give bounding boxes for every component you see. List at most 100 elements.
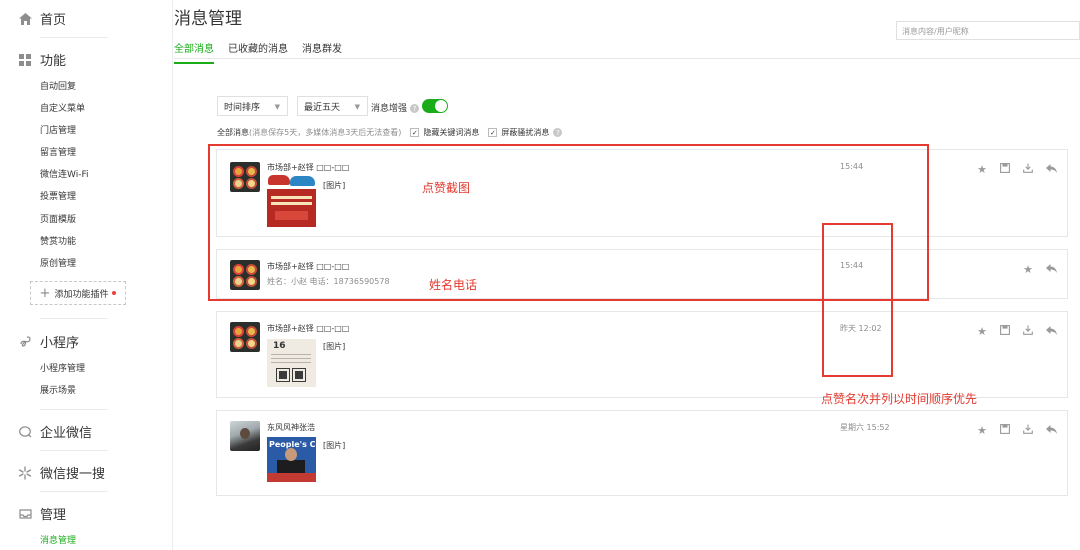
divider xyxy=(40,318,108,319)
enhance-label-text: 消息增强 xyxy=(371,104,408,114)
caret-down-icon: ▼ xyxy=(354,103,360,111)
tab-mass-send[interactable]: 消息群发 xyxy=(302,40,342,64)
nav-group-mini-program: 小程序 xyxy=(18,332,79,351)
page-title: 消息管理 xyxy=(174,9,242,29)
message-time: 星期六 15:52 xyxy=(840,423,890,432)
save-icon[interactable] xyxy=(999,163,1011,176)
message-sender[interactable]: 东风风神张浩 xyxy=(267,422,315,433)
message-actions: ★ xyxy=(976,325,1057,338)
divider xyxy=(40,409,108,410)
divider xyxy=(40,491,108,492)
annotation-order-note: 点赞名次并列以时间顺序优先 xyxy=(821,392,978,406)
block-harass-checkbox[interactable]: ✓ xyxy=(488,128,498,137)
nav-group-manage-label: 管理 xyxy=(40,508,67,523)
sidebar-item-vote[interactable]: 投票管理 xyxy=(40,189,76,202)
annotation-box-times xyxy=(822,223,893,377)
sidebar-item-scenes[interactable]: 展示场景 xyxy=(40,383,76,396)
filter-prefix: 全部消息 xyxy=(217,128,249,137)
home-icon xyxy=(18,12,32,26)
sidebar-item-page-template[interactable]: 页面模版 xyxy=(40,212,76,225)
hide-keyword-label: 隐藏关键词消息 xyxy=(423,128,480,137)
divider xyxy=(40,37,108,38)
range-select-value: 最近五天 xyxy=(304,102,341,113)
save-icon[interactable] xyxy=(999,424,1011,437)
toggle-knob xyxy=(435,100,447,112)
nav-group-functions: 功能 xyxy=(18,50,66,69)
tab-bar: 全部消息 已收藏的消息 消息群发 xyxy=(174,40,356,64)
nav-wechat-search-label: 微信搜一搜 xyxy=(40,467,106,482)
nav-enterprise-wechat[interactable]: 企业微信 xyxy=(18,422,92,441)
filter-note: (消息保存5天，多媒体消息3天后无法查看) xyxy=(249,128,402,137)
nav-home-label: 首页 xyxy=(40,13,67,28)
doc-number: 16 xyxy=(273,341,286,351)
plus-icon: + xyxy=(39,285,51,301)
sidebar-item-store[interactable]: 门店管理 xyxy=(40,123,76,136)
avatar[interactable] xyxy=(230,322,260,352)
download-icon[interactable] xyxy=(1022,163,1034,176)
sparkle-icon xyxy=(18,465,32,480)
caret-down-icon: ▼ xyxy=(274,103,280,111)
save-icon[interactable] xyxy=(999,325,1011,338)
add-plugin-label: 添加功能插件 xyxy=(54,289,109,300)
star-icon[interactable]: ★ xyxy=(976,325,988,338)
annotation-screenshot: 点赞截图 xyxy=(422,181,471,195)
reply-icon[interactable] xyxy=(1045,325,1057,338)
block-harass-label: 屏蔽骚扰消息 xyxy=(501,128,550,137)
message-image-thumbnail[interactable]: 16 xyxy=(267,339,316,387)
message-sender[interactable]: 市场部+赵铎 □□-□□ xyxy=(267,323,349,334)
annotation-box-messages xyxy=(208,144,929,301)
star-icon[interactable]: ★ xyxy=(976,424,988,437)
nav-group-functions-label: 功能 xyxy=(40,54,67,69)
download-icon[interactable] xyxy=(1022,424,1034,437)
nav-wechat-search[interactable]: 微信搜一搜 xyxy=(18,463,105,482)
divider xyxy=(40,450,108,451)
sort-select[interactable]: 时间排序 ▼ xyxy=(217,96,288,116)
annotation-name-phone: 姓名电话 xyxy=(429,278,478,292)
enhance-label: 消息增强? xyxy=(371,101,420,114)
mini-program-icon xyxy=(18,335,32,349)
nav-home[interactable]: 首页 xyxy=(18,9,66,28)
manage-icon xyxy=(18,507,32,521)
message-item: 东风风神张浩 星期六 15:52 People's Cong [图片] ★ xyxy=(216,410,1068,496)
sidebar-item-auto-reply[interactable]: 自动回复 xyxy=(40,79,76,92)
avatar[interactable] xyxy=(230,421,260,451)
filter-line: 全部消息 (消息保存5天，多媒体消息3天后无法查看) ✓ 隐藏关键词消息 ✓ 屏… xyxy=(217,127,563,138)
enterprise-wechat-icon xyxy=(18,425,32,439)
sidebar-item-comments[interactable]: 留言管理 xyxy=(40,145,76,158)
star-icon[interactable]: ★ xyxy=(1022,263,1034,276)
notification-dot xyxy=(112,291,117,295)
message-content: [图片] xyxy=(323,342,346,351)
enhance-toggle[interactable] xyxy=(422,99,448,113)
sidebar-item-custom-menu[interactable]: 自定义菜单 xyxy=(40,101,85,114)
sidebar-item-message-manage[interactable]: 消息管理 xyxy=(40,533,76,546)
search-input[interactable]: 消息内容/用户昵称 xyxy=(896,21,1080,40)
add-plugin-button[interactable]: + 添加功能插件 xyxy=(30,281,126,305)
message-actions: ★ xyxy=(1022,263,1057,276)
sidebar-item-mini-program-manage[interactable]: 小程序管理 xyxy=(40,361,85,374)
header-divider xyxy=(174,58,1080,59)
message-actions: ★ xyxy=(976,424,1057,437)
message-actions: ★ xyxy=(976,163,1057,176)
message-content: [图片] xyxy=(323,441,346,450)
hide-keyword-checkbox[interactable]: ✓ xyxy=(410,128,420,137)
sidebar: 首页 功能 自动回复 自定义菜单 门店管理 留言管理 微信连Wi-Fi 投票管理… xyxy=(0,0,173,550)
help-icon[interactable]: ? xyxy=(553,128,563,137)
sidebar-item-reward[interactable]: 赞赏功能 xyxy=(40,234,76,247)
tab-all-messages[interactable]: 全部消息 xyxy=(174,40,214,64)
nav-group-manage: 管理 xyxy=(18,504,66,523)
reply-icon[interactable] xyxy=(1045,163,1057,176)
nav-enterprise-wechat-label: 企业微信 xyxy=(40,426,93,441)
sidebar-item-wifi[interactable]: 微信连Wi-Fi xyxy=(40,167,88,180)
star-icon[interactable]: ★ xyxy=(976,163,988,176)
sort-select-value: 时间排序 xyxy=(224,102,261,113)
sidebar-item-original[interactable]: 原创管理 xyxy=(40,256,76,269)
tab-starred-messages[interactable]: 已收藏的消息 xyxy=(228,40,288,64)
grid-icon xyxy=(18,53,32,67)
range-select[interactable]: 最近五天 ▼ xyxy=(297,96,368,116)
message-image-thumbnail[interactable]: People's Cong xyxy=(267,437,316,482)
download-icon[interactable] xyxy=(1022,325,1034,338)
reply-icon[interactable] xyxy=(1045,263,1057,276)
help-icon[interactable]: ? xyxy=(410,104,420,113)
reply-icon[interactable] xyxy=(1045,424,1057,437)
message-item: 市场部+赵铎 □□-□□ 昨天 12:02 16 [图片] ★ xyxy=(216,311,1068,398)
